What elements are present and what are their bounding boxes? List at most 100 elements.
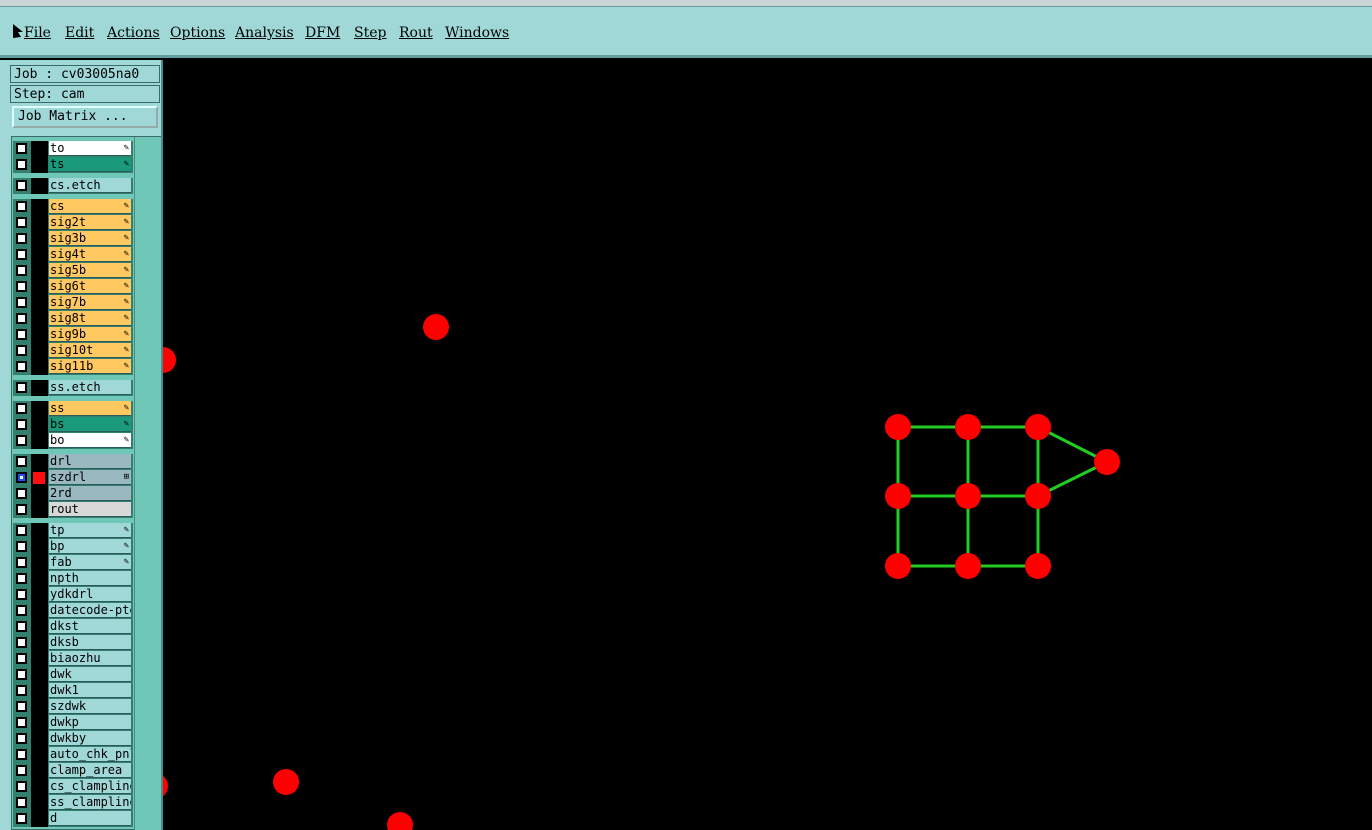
layer-checkbox[interactable] (16, 589, 27, 600)
layer-row-dwkp[interactable]: dwkp (13, 715, 133, 731)
layer-name[interactable]: sig10t ✎ (49, 343, 131, 358)
layer-row-ydkdrl[interactable]: ydkdrl (13, 587, 133, 603)
layer-row-cs-etch[interactable]: cs.etch (13, 178, 133, 194)
layer-name[interactable]: cs.etch (49, 178, 131, 193)
layer-color-swatch[interactable] (31, 380, 48, 396)
layer-row-sig2t[interactable]: sig2t ✎ (13, 215, 133, 231)
layer-checkbox[interactable] (16, 313, 27, 324)
layer-row-szdwk[interactable]: szdwk (13, 699, 133, 715)
layer-checkbox[interactable] (16, 201, 27, 212)
layer-row-rout[interactable]: rout (13, 502, 133, 518)
layer-name[interactable]: to ✎ (49, 141, 131, 156)
layer-checkbox[interactable] (16, 541, 27, 552)
layer-color-swatch[interactable] (31, 433, 48, 449)
layer-row-bo[interactable]: bo ✎ (13, 433, 133, 449)
layer-name[interactable]: cs ✎ (49, 199, 131, 214)
layer-name[interactable]: biaozhu (49, 651, 131, 666)
layer-color-swatch[interactable] (31, 523, 48, 539)
layer-name[interactable]: dkst (49, 619, 131, 634)
layer-row-ts[interactable]: ts ✎ (13, 157, 133, 173)
layer-color-swatch[interactable] (31, 486, 48, 502)
layer-name[interactable]: npth (49, 571, 131, 586)
layer-name[interactable]: dwkp (49, 715, 131, 730)
menu-actions[interactable]: Actions (107, 25, 160, 41)
layer-name[interactable]: sig6t ✎ (49, 279, 131, 294)
layer-color-swatch[interactable] (31, 651, 48, 667)
layer-row-npth[interactable]: npth (13, 571, 133, 587)
layer-name[interactable]: drl (49, 454, 131, 469)
layer-checkbox[interactable] (16, 361, 27, 372)
menu-options[interactable]: Options (170, 25, 225, 41)
layer-checkbox[interactable] (16, 765, 27, 776)
layer-row-szdrl[interactable]: szdrl ⊞ (13, 470, 133, 486)
layer-color-swatch[interactable] (31, 247, 48, 263)
layer-color-swatch[interactable] (31, 587, 48, 603)
layer-row-dwk1[interactable]: dwk1 (13, 683, 133, 699)
layer-name[interactable]: sig5b ✎ (49, 263, 131, 278)
layer-name[interactable]: szdrl ⊞ (49, 470, 131, 485)
menu-dfm[interactable]: DFM (305, 25, 340, 41)
layer-color-swatch[interactable] (31, 635, 48, 651)
layer-color-swatch[interactable] (31, 747, 48, 763)
layer-name[interactable]: sig4t ✎ (49, 247, 131, 262)
layer-color-swatch[interactable] (31, 683, 48, 699)
layer-checkbox[interactable] (16, 797, 27, 808)
layer-row-ss-etch[interactable]: ss.etch (13, 380, 133, 396)
layer-checkbox[interactable] (16, 733, 27, 744)
graphics-canvas[interactable] (163, 60, 1372, 830)
layer-color-swatch[interactable] (31, 327, 48, 343)
layer-row-cs-clampline[interactable]: cs_clampline (13, 779, 133, 795)
layer-row-dkst[interactable]: dkst (13, 619, 133, 635)
layer-checkbox[interactable] (16, 456, 27, 467)
layer-checkbox[interactable] (16, 685, 27, 696)
layer-color-swatch[interactable] (31, 811, 48, 827)
layer-color-swatch[interactable] (31, 295, 48, 311)
layer-color-swatch[interactable] (31, 555, 48, 571)
layer-row-sig8t[interactable]: sig8t ✎ (13, 311, 133, 327)
layer-row-bp[interactable]: bp ✎ (13, 539, 133, 555)
layer-checkbox[interactable] (16, 573, 27, 584)
layer-name[interactable]: d (49, 811, 131, 826)
layer-name[interactable]: ydkdrl (49, 587, 131, 602)
layer-row-to[interactable]: to ✎ (13, 141, 133, 157)
layer-color-swatch[interactable] (31, 178, 48, 194)
layer-row-sig7b[interactable]: sig7b ✎ (13, 295, 133, 311)
layer-checkbox[interactable] (16, 249, 27, 260)
menu-windows[interactable]: Windows (445, 25, 509, 41)
layer-row-sig3b[interactable]: sig3b ✎ (13, 231, 133, 247)
layer-color-swatch[interactable] (31, 231, 48, 247)
layer-checkbox[interactable] (16, 297, 27, 308)
layer-name[interactable]: datecode-pte (49, 603, 131, 618)
layer-checkbox[interactable] (16, 281, 27, 292)
layer-row-auto-chk-pnl[interactable]: auto_chk_pnl (13, 747, 133, 763)
menu-edit[interactable]: Edit (65, 25, 94, 41)
layer-checkbox[interactable] (16, 781, 27, 792)
layer-checkbox[interactable] (16, 265, 27, 276)
layer-row-2rd[interactable]: 2rd (13, 486, 133, 502)
layer-row-clamp-area[interactable]: clamp_area (13, 763, 133, 779)
layer-checkbox[interactable] (16, 525, 27, 536)
layer-name[interactable]: rout (49, 502, 131, 517)
layer-name[interactable]: 2rd (49, 486, 131, 501)
layer-name[interactable]: fab ✎ (49, 555, 131, 570)
layer-name[interactable]: sig7b ✎ (49, 295, 131, 310)
layer-name[interactable]: dksb (49, 635, 131, 650)
layer-row-sig10t[interactable]: sig10t ✎ (13, 343, 133, 359)
layer-name[interactable]: bp ✎ (49, 539, 131, 554)
layer-name[interactable]: bo ✎ (49, 433, 131, 448)
layer-color-swatch[interactable] (31, 141, 48, 157)
layer-name[interactable]: clamp_area (49, 763, 131, 778)
layer-color-swatch[interactable] (31, 311, 48, 327)
layer-row-bs[interactable]: bs ✎ (13, 417, 133, 433)
layer-name[interactable]: tp ✎ (49, 523, 131, 538)
layer-name[interactable]: auto_chk_pnl (49, 747, 131, 762)
layer-color-swatch[interactable] (31, 470, 48, 486)
layer-row-dwkby[interactable]: dwkby (13, 731, 133, 747)
menu-step[interactable]: Step (354, 25, 386, 41)
layer-checkbox[interactable] (16, 701, 27, 712)
menu-analysis[interactable]: Analysis (235, 25, 294, 41)
layer-name[interactable]: bs ✎ (49, 417, 131, 432)
layer-row-drl[interactable]: drl (13, 454, 133, 470)
layer-name[interactable]: sig8t ✎ (49, 311, 131, 326)
job-matrix-button[interactable]: Job Matrix ... (12, 106, 158, 128)
